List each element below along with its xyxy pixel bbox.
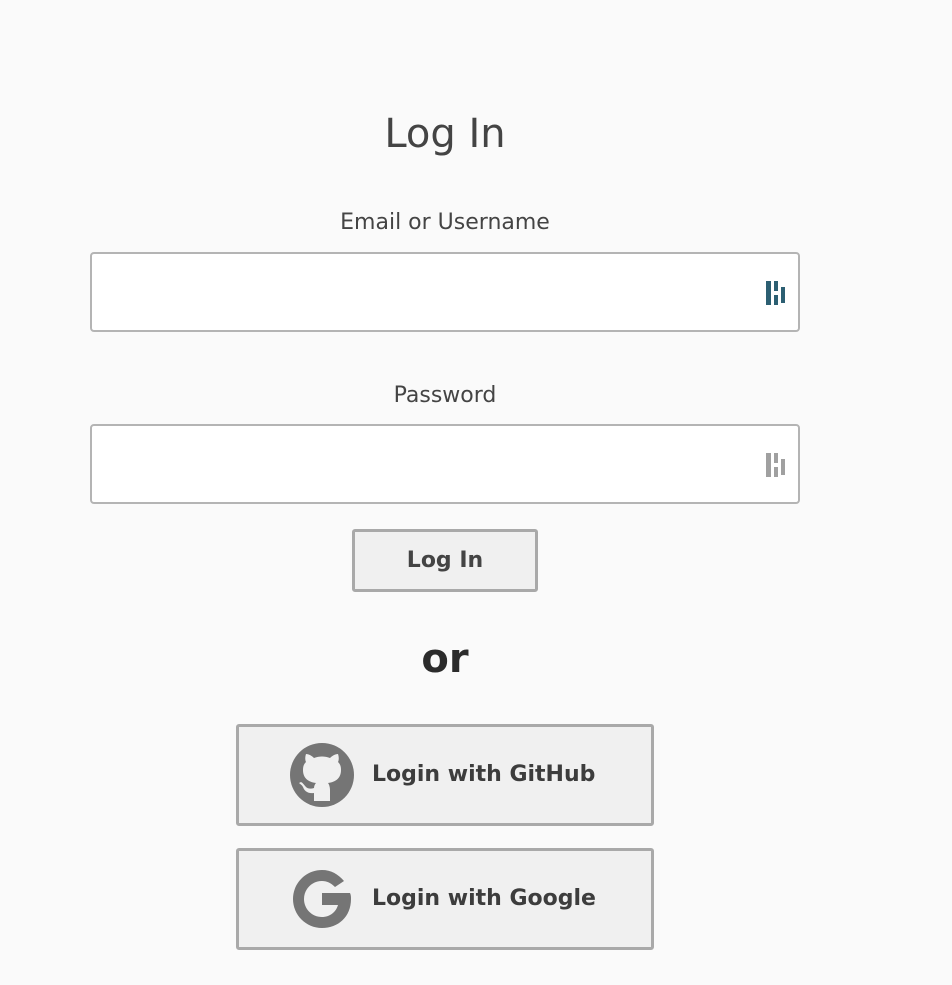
- password-label: Password: [393, 383, 497, 408]
- github-icon: [290, 743, 354, 807]
- email-field[interactable]: [90, 252, 800, 332]
- password-input[interactable]: [92, 426, 768, 502]
- page-title: Log In: [384, 111, 506, 157]
- login-page: Log In Email or Username Password Log In…: [0, 0, 952, 985]
- github-button-label: Login with GitHub: [372, 762, 596, 787]
- password-manager-icon[interactable]: [766, 279, 788, 307]
- login-button[interactable]: Log In: [352, 529, 538, 592]
- login-with-google-button[interactable]: Login with Google: [236, 848, 654, 950]
- email-label: Email or Username: [340, 210, 550, 235]
- password-field[interactable]: [90, 424, 800, 504]
- google-icon: [293, 870, 351, 928]
- email-input[interactable]: [92, 254, 768, 330]
- login-with-github-button[interactable]: Login with GitHub: [236, 724, 654, 826]
- google-button-label: Login with Google: [372, 886, 596, 911]
- or-separator: or: [421, 636, 469, 682]
- password-manager-icon[interactable]: [766, 451, 788, 479]
